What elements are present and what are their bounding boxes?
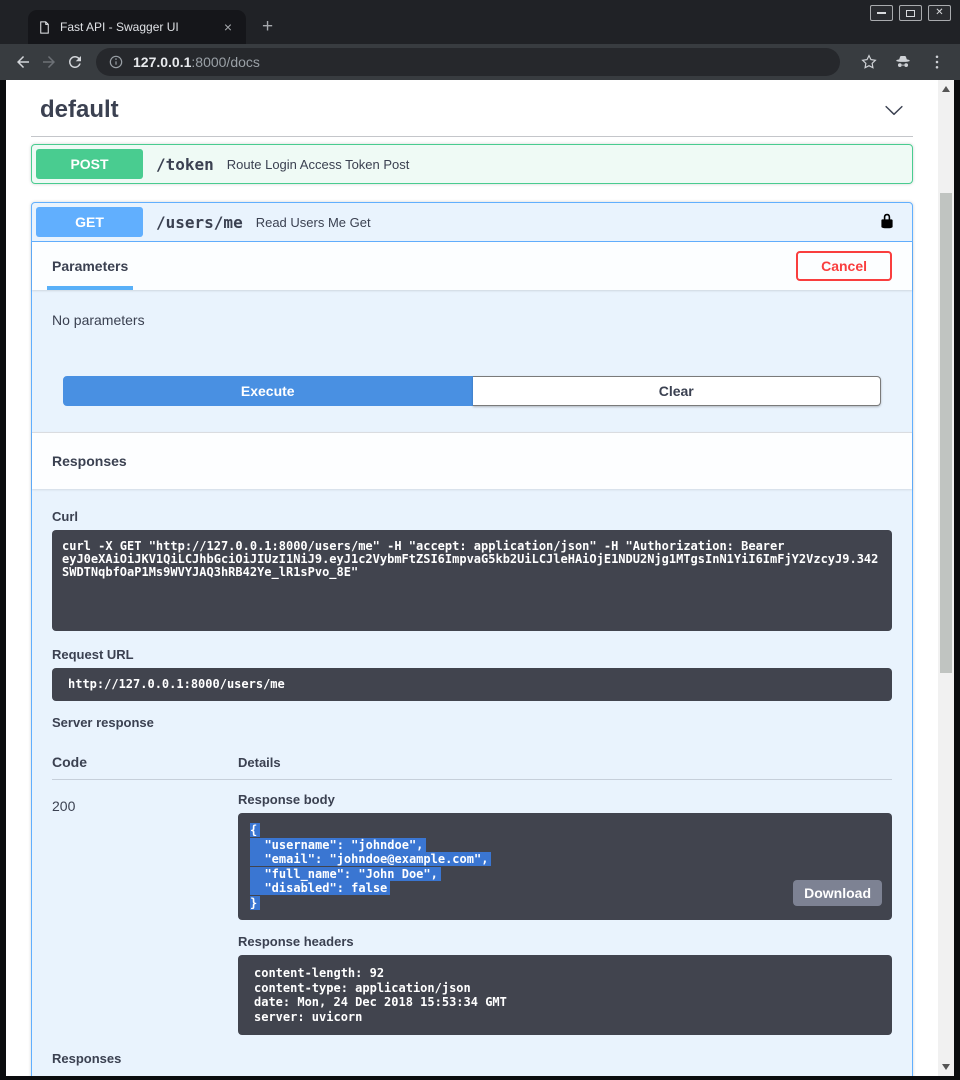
close-tab-icon[interactable]: × (219, 19, 237, 35)
opblock-get-summary[interactable]: GET /users/me Read Users Me Get (32, 203, 912, 242)
documented-responses-label: Responses (52, 1051, 892, 1066)
lock-icon (879, 212, 895, 230)
tab-parameters[interactable]: Parameters (52, 242, 128, 290)
request-url-label: Request URL (52, 647, 892, 662)
forward-button[interactable] (36, 49, 62, 75)
cancel-button[interactable]: Cancel (796, 251, 892, 281)
browser-menu-icon[interactable] (924, 49, 950, 75)
page-favicon-icon (37, 20, 52, 35)
incognito-icon (890, 49, 916, 75)
opblock-post-token: POST /token Route Login Access Token Pos… (31, 144, 913, 184)
browser-titlebar: Fast API - Swagger UI × + ✕ (0, 0, 960, 44)
post-summary-text: Route Login Access Token Post (227, 157, 410, 172)
opblock-get-users-me: GET /users/me Read Users Me Get Paramete… (31, 202, 913, 1076)
get-summary-text: Read Users Me Get (256, 215, 371, 230)
swagger-page: default POST /token Route Login Access T… (6, 80, 938, 1076)
reload-button[interactable] (62, 49, 88, 75)
tab-title: Fast API - Swagger UI (60, 20, 219, 34)
response-headers-label: Response headers (238, 934, 892, 949)
window-controls: ✕ (870, 5, 951, 21)
url-host: 127.0.0.1 (133, 54, 191, 70)
live-response-row: 200 Response body { "username": "johndoe… (52, 792, 892, 1051)
close-window-button[interactable]: ✕ (928, 5, 951, 21)
clear-button[interactable]: Clear (473, 376, 882, 406)
scrollbar-down-arrow[interactable] (942, 1064, 950, 1070)
get-path: /users/me (156, 213, 243, 232)
scrollbar-up-arrow[interactable] (942, 86, 950, 92)
curl-command[interactable]: curl -X GET "http://127.0.0.1:8000/users… (52, 530, 892, 631)
response-headers: content-length: 92 content-type: applica… (238, 955, 892, 1035)
opblock-post-summary[interactable]: POST /token Route Login Access Token Pos… (32, 145, 912, 183)
live-response-table-header: Code Details (52, 754, 892, 780)
download-button[interactable]: Download (793, 880, 882, 906)
browser-tab[interactable]: Fast API - Swagger UI × (28, 10, 246, 44)
request-url-value: http://127.0.0.1:8000/users/me (52, 668, 892, 701)
url-path: :8000/docs (191, 54, 260, 70)
bookmark-star-icon[interactable] (856, 49, 882, 75)
post-method-badge: POST (36, 149, 143, 179)
maximize-button[interactable] (899, 5, 922, 21)
execute-wrapper: Execute Clear (32, 368, 912, 432)
responses-inner: Curl curl -X GET "http://127.0.0.1:8000/… (32, 489, 912, 1076)
browser-viewport: default POST /token Route Login Access T… (6, 80, 954, 1076)
page-scrollbar[interactable] (938, 80, 954, 1076)
scrollbar-thumb[interactable] (940, 193, 952, 673)
details-column-header: Details (238, 755, 892, 770)
address-bar[interactable]: 127.0.0.1:8000/docs (96, 48, 840, 76)
curl-label: Curl (52, 509, 892, 524)
post-path: /token (156, 155, 214, 174)
no-parameters-text: No parameters (32, 290, 912, 368)
section-title: default (40, 96, 119, 124)
site-info-icon[interactable] (108, 54, 124, 70)
code-column-header: Code (52, 754, 238, 770)
default-section-header[interactable]: default (31, 80, 913, 137)
back-button[interactable] (10, 49, 36, 75)
authorize-lock-button[interactable] (878, 212, 896, 232)
minimize-button[interactable] (870, 5, 893, 21)
chevron-down-icon[interactable] (884, 100, 904, 120)
response-body-label: Response body (238, 792, 892, 807)
status-code: 200 (52, 792, 238, 1051)
server-response-label: Server response (52, 715, 892, 730)
parameters-header: Parameters Cancel (32, 242, 912, 290)
responses-title: Responses (52, 453, 127, 469)
execute-button[interactable]: Execute (63, 376, 473, 406)
get-method-badge: GET (36, 207, 143, 237)
browser-toolbar: 127.0.0.1:8000/docs (0, 44, 960, 80)
responses-section-header: Responses (32, 432, 912, 489)
response-body[interactable]: { "username": "johndoe", "email": "johnd… (238, 813, 892, 920)
new-tab-button[interactable]: + (262, 17, 273, 36)
